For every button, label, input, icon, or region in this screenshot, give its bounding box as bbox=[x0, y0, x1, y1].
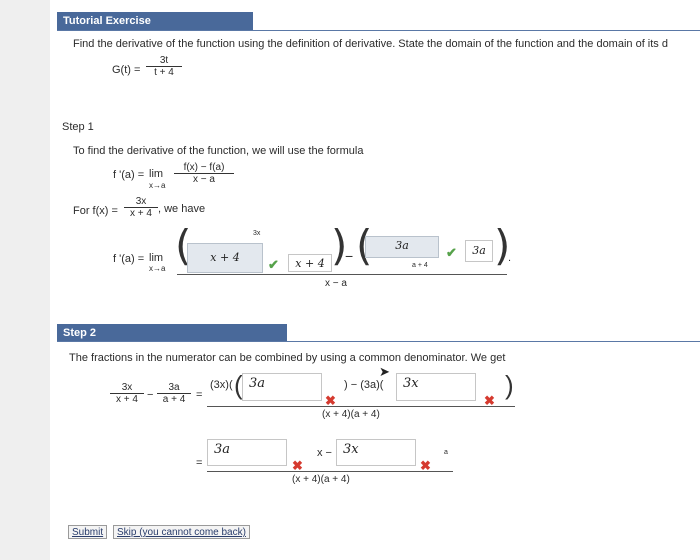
lhs-equals: = bbox=[196, 389, 203, 401]
answer-box-3[interactable]: 3a bbox=[365, 236, 439, 258]
num-part-1: (3x)( bbox=[210, 379, 233, 391]
lhs1-numerator: 3x bbox=[110, 382, 144, 394]
main-fraction-bar bbox=[177, 274, 507, 275]
step2-fraction-bar-1 bbox=[207, 406, 515, 407]
step2-intro: The fractions in the numerator can be co… bbox=[69, 352, 506, 364]
problem-fraction: 3t t + 4 bbox=[146, 55, 182, 78]
equals-2: = bbox=[196, 457, 203, 469]
formula-denominator: x − a bbox=[193, 174, 215, 185]
lhs1-denominator: x + 4 bbox=[116, 394, 138, 405]
step2-header: Step 2 bbox=[57, 324, 287, 342]
input-box-c[interactable]: 3a bbox=[207, 439, 287, 466]
answer-lim-sub: x→a bbox=[149, 264, 166, 273]
step1-label: Step 1 bbox=[62, 121, 94, 133]
x-minus-text: x − bbox=[317, 447, 332, 459]
submit-button[interactable]: Submit bbox=[68, 525, 108, 539]
step2-rule bbox=[57, 341, 700, 342]
step2-fraction-bar-2 bbox=[207, 471, 453, 472]
problem-instruction: Find the derivative of the function usin… bbox=[73, 38, 668, 50]
tutorial-header: Tutorial Exercise bbox=[57, 12, 253, 30]
answer-box-1[interactable]: x + 4 bbox=[187, 243, 263, 273]
common-denominator-2: (x + 4)(a + 4) bbox=[292, 474, 350, 485]
we-have-text: , we have bbox=[158, 203, 206, 215]
formula-lim-sub: x→a bbox=[149, 181, 166, 190]
problem-denominator: t + 4 bbox=[154, 67, 174, 78]
answer-lhs: f '(a) = bbox=[113, 253, 145, 265]
a-superscript: a bbox=[444, 449, 448, 456]
for-text: For f(x) = bbox=[73, 205, 118, 217]
num-part-2: ) − (3a)( bbox=[344, 379, 384, 391]
f-fraction: 3x x + 4 bbox=[124, 196, 158, 219]
lhs2-numerator: 3a bbox=[157, 382, 191, 394]
lhs2-denominator: a + 4 bbox=[162, 394, 186, 405]
answer-period: . bbox=[508, 252, 512, 264]
box1-top-label: 3x bbox=[253, 230, 261, 237]
correct-check-icon: ✔ bbox=[268, 257, 279, 272]
skip-button[interactable]: Skip (you cannot come back) bbox=[113, 525, 250, 539]
formula-fraction: f(x) − f(a) x − a bbox=[174, 162, 234, 185]
formula-lhs: f '(a) = bbox=[113, 169, 145, 181]
correct-check-icon: ✔ bbox=[446, 245, 457, 260]
answer-box-4[interactable]: 3a bbox=[465, 240, 493, 262]
lhs-fraction-1: 3x x + 4 bbox=[110, 382, 144, 405]
answer-box-2[interactable]: x + 4 bbox=[288, 254, 332, 272]
step1-intro: To find the derivative of the function, … bbox=[73, 145, 364, 157]
page-panel bbox=[50, 0, 700, 560]
formula-lim: lim bbox=[149, 168, 164, 180]
answer-lim: lim bbox=[149, 252, 164, 264]
box3-subscript: a + 4 bbox=[412, 262, 428, 269]
answer-minus: − bbox=[345, 248, 354, 264]
input-box-a[interactable]: 3a bbox=[242, 373, 322, 401]
f-denominator: x + 4 bbox=[130, 208, 152, 219]
f-numerator: 3x bbox=[124, 196, 158, 208]
common-denominator: (x + 4)(a + 4) bbox=[322, 409, 380, 420]
formula-numerator: f(x) − f(a) bbox=[174, 162, 234, 174]
mouse-cursor-icon: ➤ bbox=[379, 364, 390, 379]
lhs-minus: − bbox=[147, 389, 154, 401]
answer-denominator: x − a bbox=[325, 278, 347, 289]
problem-numerator: 3t bbox=[146, 55, 182, 67]
close-paren-b: ) bbox=[505, 370, 514, 400]
header-rule bbox=[57, 30, 700, 31]
problem-func-lhs: G(t) = bbox=[112, 64, 141, 76]
lhs-fraction-2: 3a a + 4 bbox=[157, 382, 191, 405]
input-box-d[interactable]: 3x bbox=[336, 439, 416, 466]
input-box-b[interactable]: 3x bbox=[396, 373, 476, 401]
